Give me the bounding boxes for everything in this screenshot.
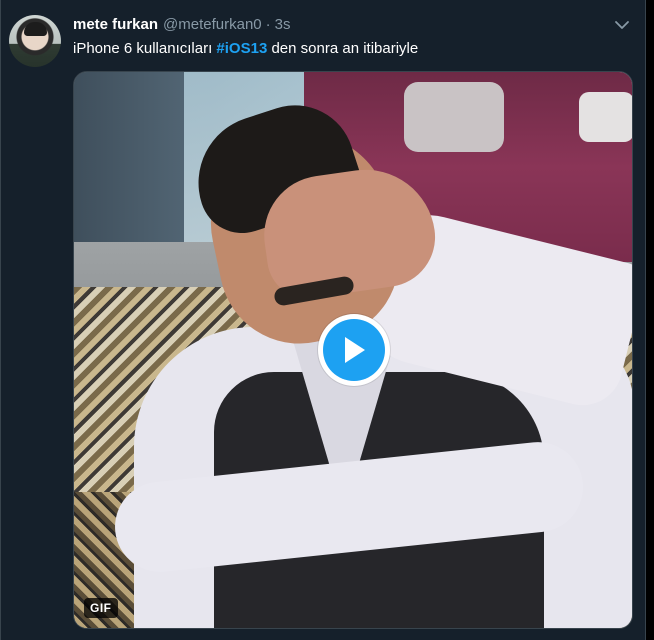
gif-cushion — [579, 92, 632, 142]
tweet-text-before: iPhone 6 kullanıcıları — [73, 40, 217, 57]
chevron-down-icon[interactable] — [613, 16, 631, 34]
avatar-hair — [24, 22, 47, 36]
tweet-text-after: den sonra an itibariyle — [267, 40, 419, 57]
gif-cushion — [404, 82, 504, 152]
play-icon — [323, 319, 385, 381]
avatar[interactable] — [9, 15, 61, 67]
play-button[interactable] — [318, 314, 390, 386]
gif-media[interactable]: GIF — [73, 71, 633, 629]
gif-badge: GIF — [84, 598, 118, 618]
author-name[interactable]: mete furkan — [73, 16, 158, 33]
tweet-timestamp[interactable]: 3s — [275, 16, 291, 33]
author-handle[interactable]: @metefurkan0 — [163, 16, 262, 33]
tweet[interactable]: mete furkan @metefurkan0 · 3s iPhone 6 k… — [0, 0, 646, 640]
tweet-text: iPhone 6 kullanıcıları #iOS13 den sonra … — [73, 39, 625, 59]
tweet-header: mete furkan @metefurkan0 · 3s — [73, 16, 625, 36]
separator-dot: · — [265, 16, 271, 33]
hashtag-link[interactable]: #iOS13 — [216, 40, 267, 57]
